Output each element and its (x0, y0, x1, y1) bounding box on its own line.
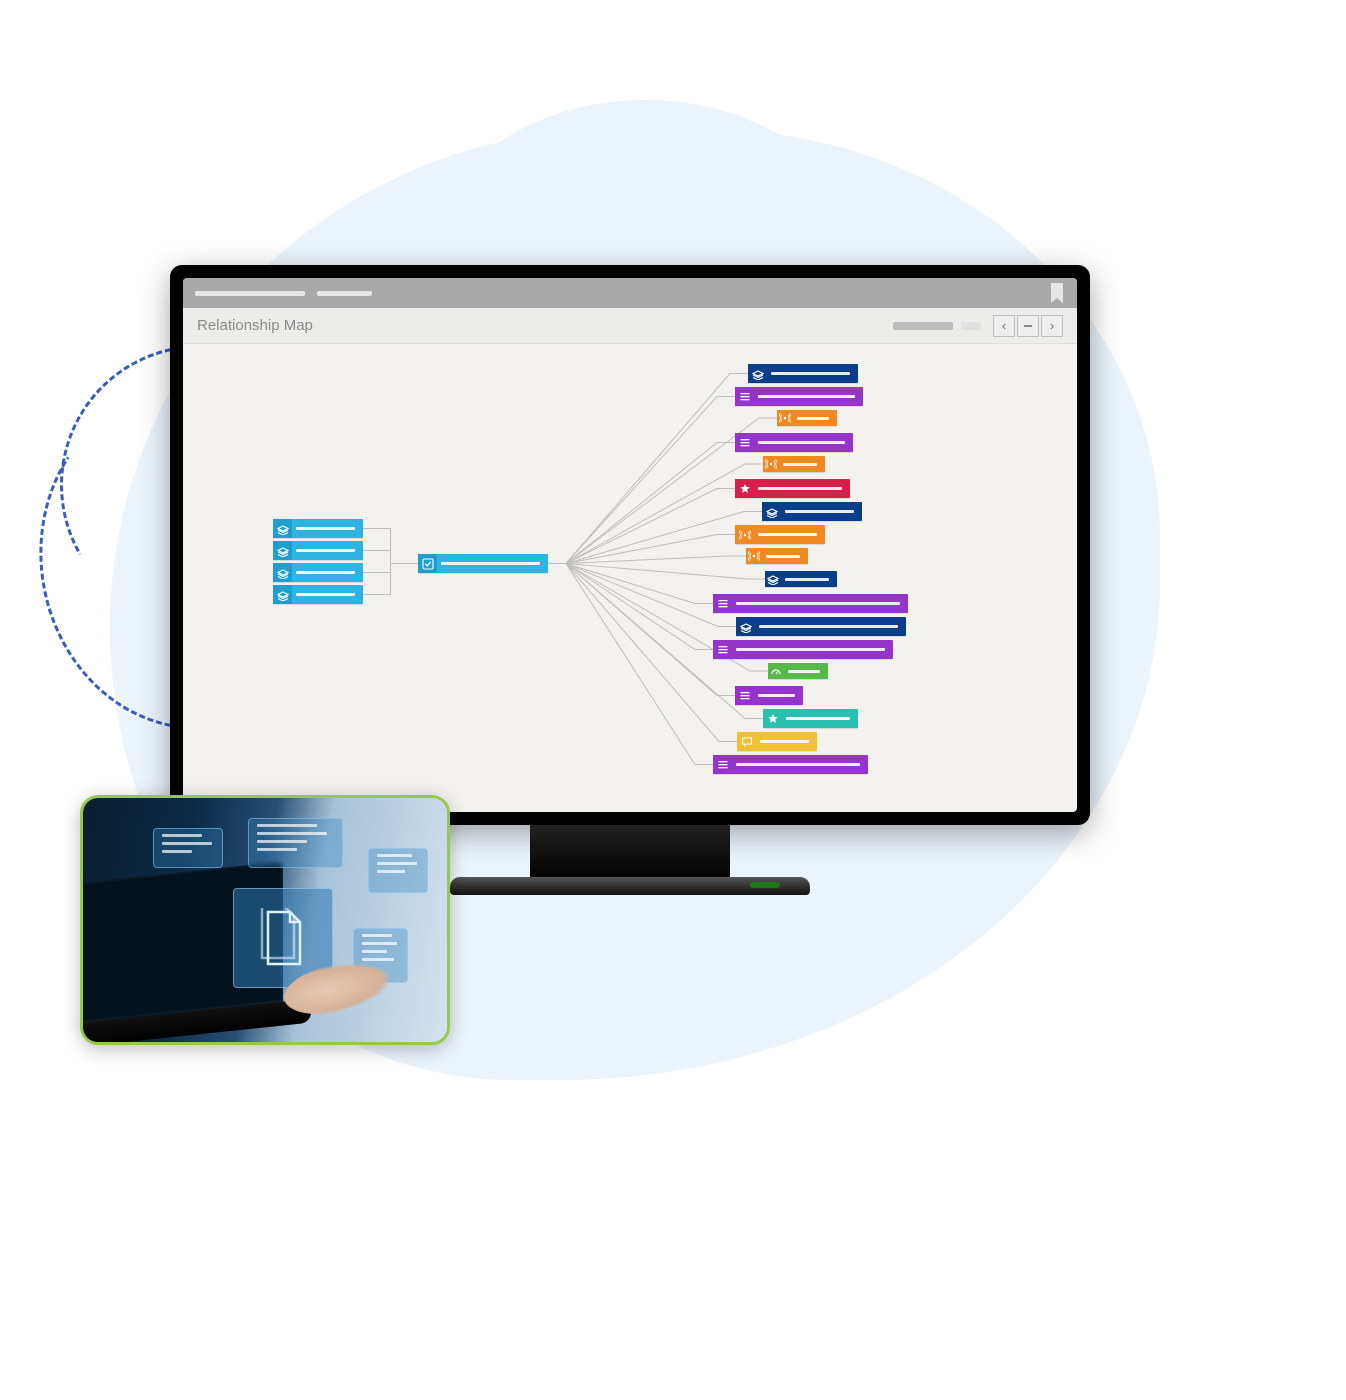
node-label-placeholder (296, 527, 355, 530)
inset-photo (83, 798, 447, 1042)
node-label-placeholder (797, 417, 829, 420)
layers-icon (273, 563, 292, 582)
signal-icon (777, 410, 793, 426)
bookmark-icon[interactable] (1049, 283, 1065, 303)
target-node[interactable] (736, 617, 906, 636)
target-node[interactable] (765, 571, 837, 587)
node-label-placeholder (758, 441, 845, 444)
check-icon (418, 554, 437, 573)
source-node[interactable] (273, 563, 363, 582)
titlebar-placeholder (317, 291, 372, 296)
source-node[interactable] (273, 519, 363, 538)
source-node[interactable] (273, 541, 363, 560)
chat-icon (737, 732, 756, 751)
app-screen: Relationship Map ‹ › (183, 278, 1077, 812)
node-label-placeholder (785, 510, 854, 513)
list-icon (735, 387, 754, 406)
signal-icon (735, 525, 754, 544)
window-titlebar (183, 278, 1077, 308)
floating-panel (368, 848, 428, 893)
layers-icon (273, 541, 292, 560)
list-icon (735, 433, 754, 452)
layers-icon (273, 585, 292, 604)
target-node[interactable] (713, 594, 908, 613)
nav-current-button[interactable] (1017, 315, 1039, 337)
target-node[interactable] (763, 709, 858, 728)
target-node[interactable] (763, 456, 825, 472)
target-node[interactable] (735, 433, 853, 452)
node-label-placeholder (441, 562, 540, 565)
node-label-placeholder (786, 717, 850, 720)
monitor-bezel: Relationship Map ‹ › (170, 265, 1090, 825)
page-title: Relationship Map (197, 317, 893, 334)
node-label-placeholder (736, 648, 885, 651)
layers-icon (762, 502, 781, 521)
document-icon (258, 908, 308, 968)
target-node[interactable] (735, 686, 803, 705)
target-node[interactable] (777, 410, 837, 426)
node-label-placeholder (736, 602, 900, 605)
node-label-placeholder (296, 549, 355, 552)
list-icon (713, 755, 732, 774)
gauge-icon (768, 663, 784, 679)
monitor-stand-base (450, 877, 810, 895)
target-node[interactable] (713, 640, 893, 659)
node-label-placeholder (296, 571, 355, 574)
list-icon (735, 686, 754, 705)
nav-back-button[interactable]: ‹ (993, 315, 1015, 337)
node-label-placeholder (760, 740, 809, 743)
node-label-placeholder (759, 625, 898, 628)
list-icon (713, 594, 732, 613)
target-node[interactable] (737, 732, 817, 751)
target-node[interactable] (735, 525, 825, 544)
toolbar: Relationship Map ‹ › (183, 308, 1077, 344)
signal-icon (763, 456, 779, 472)
node-label-placeholder (758, 694, 795, 697)
node-label-placeholder (771, 372, 850, 375)
layers-icon (273, 519, 292, 538)
layers-icon (748, 364, 767, 383)
layers-icon (765, 571, 781, 587)
titlebar-placeholder (195, 291, 305, 296)
layers-icon (736, 617, 755, 636)
floating-panel (153, 828, 223, 868)
node-label-placeholder (758, 395, 855, 398)
target-node[interactable] (735, 479, 850, 498)
target-node[interactable] (748, 364, 858, 383)
target-node[interactable] (746, 548, 808, 564)
node-label-placeholder (736, 763, 860, 766)
node-label-placeholder (296, 593, 355, 596)
target-node[interactable] (768, 663, 828, 679)
node-label-placeholder (758, 533, 817, 536)
center-node[interactable] (418, 554, 548, 573)
star-icon (735, 479, 754, 498)
list-icon (713, 640, 732, 659)
nav-forward-button[interactable]: › (1041, 315, 1063, 337)
toolbar-placeholder (893, 322, 953, 330)
relationship-map-canvas[interactable] (183, 344, 1077, 812)
inset-photo-card (80, 795, 450, 1045)
signal-icon (746, 548, 762, 564)
target-node[interactable] (713, 755, 868, 774)
node-label-placeholder (758, 487, 842, 490)
floating-panel (248, 818, 343, 868)
node-label-placeholder (788, 670, 820, 673)
node-label-placeholder (766, 555, 800, 558)
node-label-placeholder (785, 578, 829, 581)
node-label-placeholder (783, 463, 817, 466)
toolbar-placeholder (961, 322, 981, 330)
star-icon (763, 709, 782, 728)
target-node[interactable] (762, 502, 862, 521)
source-node[interactable] (273, 585, 363, 604)
monitor-stand-neck (530, 825, 730, 880)
target-node[interactable] (735, 387, 863, 406)
